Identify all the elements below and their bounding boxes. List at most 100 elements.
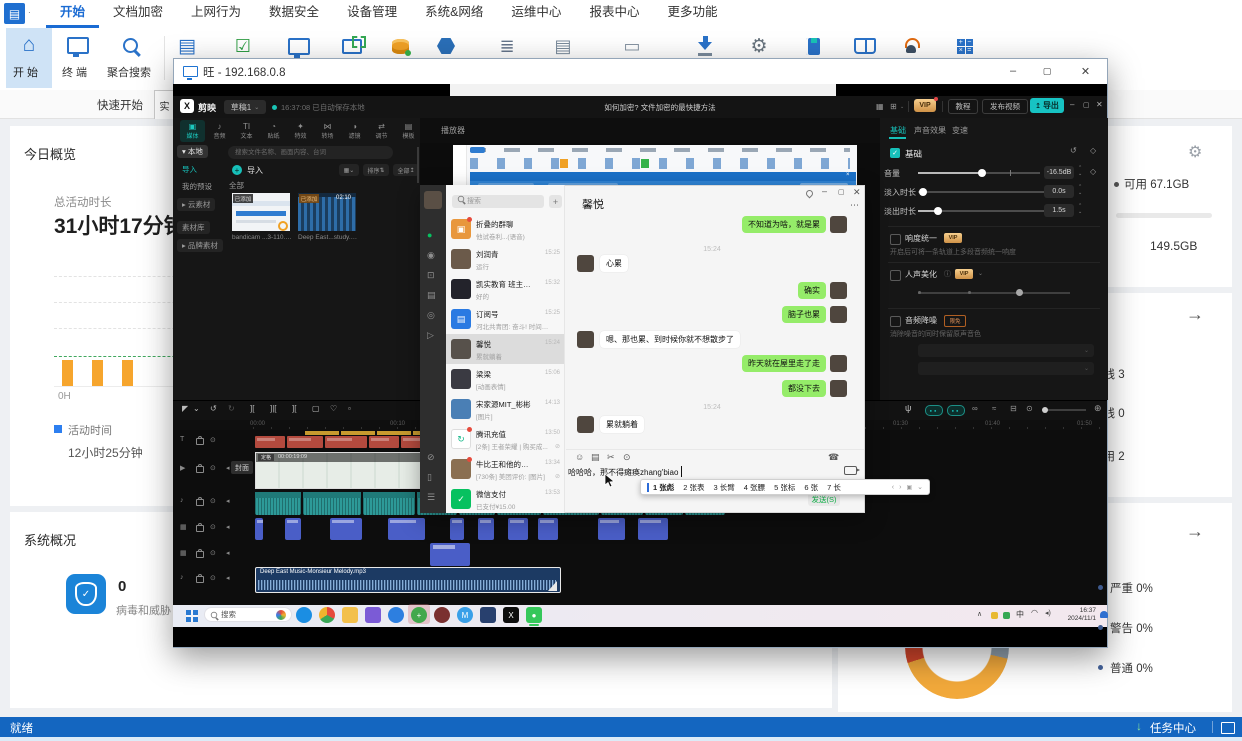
- audio-clip[interactable]: [303, 492, 361, 515]
- reset-icon[interactable]: ↺: [1070, 146, 1077, 155]
- sticker-clip[interactable]: [598, 518, 625, 540]
- tray-icon-green[interactable]: [1003, 612, 1010, 619]
- track-lock-icon[interactable]: [196, 525, 204, 532]
- taskbar-app-maroon[interactable]: [434, 607, 450, 623]
- chat-list-item-9[interactable]: ✓微信支付13:53已支付¥15.00: [446, 484, 564, 512]
- voice-call-icon[interactable]: ☎: [828, 452, 839, 463]
- timeline-tool-6[interactable]: ][: [292, 404, 296, 413]
- ime-candidate-7[interactable]: 7 长: [827, 482, 841, 493]
- task-center-button[interactable]: 任务中心: [1150, 720, 1196, 736]
- track-lock-icon[interactable]: [196, 551, 204, 558]
- track-visibility-icon[interactable]: ⊙: [210, 574, 216, 582]
- tutorial-button[interactable]: 教程: [948, 99, 978, 114]
- track-visibility-icon[interactable]: ⊙: [210, 549, 216, 557]
- fade-in-value[interactable]: 0.0s: [1044, 185, 1074, 198]
- tray-chevron-icon[interactable]: ∧: [977, 610, 982, 618]
- chat-history-icon[interactable]: ⊙: [623, 452, 631, 463]
- taskbar-app-m[interactable]: M: [457, 607, 473, 623]
- magnet-toggle[interactable]: ●●: [925, 405, 943, 416]
- taskbar-app-files[interactable]: [342, 607, 358, 623]
- taskbar-app-navy[interactable]: [480, 607, 496, 623]
- ime-prev-icon[interactable]: ‹: [892, 484, 894, 491]
- media-nav-0[interactable]: ▾ 本地: [177, 145, 208, 158]
- quick-start-tab[interactable]: 快速开始: [97, 97, 143, 113]
- file-icon[interactable]: ▤: [591, 452, 600, 463]
- screenshot-icon[interactable]: ✂: [607, 452, 615, 463]
- taskbar-app-green[interactable]: +: [411, 607, 427, 623]
- track-visibility-icon[interactable]: ⊙: [210, 464, 216, 472]
- editor-tab-0[interactable]: ▣媒体: [180, 120, 205, 142]
- miniprogram-icon[interactable]: ⊘: [427, 452, 435, 463]
- editor-tab-5[interactable]: ⋈转场: [315, 120, 340, 142]
- windows-start-button[interactable]: [186, 610, 198, 622]
- track-mute-icon[interactable]: ◂: [226, 523, 230, 531]
- screen-monitor-icon[interactable]: [284, 33, 314, 59]
- log-doc-icon[interactable]: ▤: [548, 33, 578, 59]
- calculator-icon[interactable]: +−×=: [950, 33, 980, 59]
- media-nav-1[interactable]: 导入: [177, 163, 202, 176]
- timeline-tool-9[interactable]: ▫: [348, 404, 351, 413]
- track-lock-icon[interactable]: [196, 499, 204, 506]
- taskbar-app-chrome[interactable]: [319, 607, 335, 623]
- chat-minimize-icon[interactable]: –: [822, 186, 827, 196]
- chat-list-scroll[interactable]: ▣折叠的群聊他试卷利...(语音)刘润青15:25运行凯实教育 班主任13...…: [446, 214, 564, 512]
- menu-tab-4[interactable]: 设备管理: [333, 0, 411, 28]
- link-toggle[interactable]: ●●: [947, 405, 965, 416]
- contacts-icon[interactable]: ◉: [427, 250, 435, 261]
- message-input[interactable]: 哈哈哈，那不得瘫痪zhang'biao: [568, 467, 678, 478]
- checklist-icon[interactable]: ☑: [228, 33, 258, 59]
- ime-candidate-1[interactable]: 1 张彪: [653, 482, 674, 493]
- chat-list-item-3[interactable]: ▤订阅号15:25河北共青团: 奋斗! 时间定了...: [446, 304, 564, 334]
- publish-video-button[interactable]: 发布视频: [982, 99, 1028, 114]
- sticker-clip[interactable]: [478, 518, 494, 540]
- knowledge-book-icon[interactable]: [850, 33, 880, 59]
- stepper-icon[interactable]: ⌃ ⌄: [1078, 184, 1082, 196]
- ime-collapse-icon[interactable]: ⌄: [917, 483, 923, 491]
- taskbar-app-jianying[interactable]: X: [503, 607, 519, 623]
- track-lock-icon[interactable]: [196, 576, 204, 583]
- zoom-in-icon[interactable]: ⊕: [1094, 403, 1102, 414]
- terminal-icon[interactable]: [56, 32, 100, 58]
- editor-maximize-icon[interactable]: ▢: [1083, 101, 1090, 109]
- layout-icon[interactable]: ⊞: [890, 102, 897, 111]
- track-mute-icon[interactable]: ◂: [226, 497, 230, 505]
- timeline-tool-1[interactable]: ⌄: [193, 404, 200, 413]
- text-clip[interactable]: [325, 436, 367, 448]
- denoise-checkbox[interactable]: [890, 316, 901, 327]
- sticker-clip[interactable]: [255, 518, 263, 540]
- menu-tab-6[interactable]: 运维中心: [497, 0, 575, 28]
- chat-icon[interactable]: ●: [427, 230, 432, 240]
- files-icon[interactable]: ▤: [427, 290, 436, 301]
- app-menu-icon[interactable]: ▤: [4, 3, 25, 24]
- chat-list-item-1[interactable]: 刘润青15:25运行: [446, 244, 564, 274]
- ime-candidate-2[interactable]: 2 张表: [683, 482, 704, 493]
- editor-tab-8[interactable]: ▤模板: [396, 120, 421, 142]
- track-visibility-icon[interactable]: ⊙: [210, 523, 216, 531]
- editor-tab-3[interactable]: ◔贴纸: [261, 120, 286, 142]
- report-icon[interactable]: ▤: [172, 33, 202, 59]
- denoise-select[interactable]: ⌄: [918, 344, 1094, 357]
- ime-next-icon[interactable]: ›: [899, 484, 901, 491]
- editor-tab-4[interactable]: ✦特效: [288, 120, 313, 142]
- channels-icon[interactable]: ▷: [427, 330, 434, 341]
- sticker-clip[interactable]: [330, 518, 362, 540]
- editor-tab-7[interactable]: ⇄调节: [369, 120, 394, 142]
- chat-list-item-8[interactable]: 牛比王和他的好兄...13:34[730条] 美团评价: [图片]⊘: [446, 454, 564, 484]
- timeline-tool-4[interactable]: ][: [250, 404, 254, 413]
- track-visibility-icon[interactable]: ⊙: [210, 436, 216, 444]
- track-lock-icon[interactable]: [196, 466, 204, 473]
- sticker-clip[interactable]: [285, 518, 301, 540]
- multi-screen-icon[interactable]: [337, 33, 367, 59]
- menu-tab-3[interactable]: 数据安全: [255, 0, 333, 28]
- chat-list-item-0[interactable]: ▣折叠的群聊他试卷利...(语音): [446, 214, 564, 244]
- volume-value[interactable]: -16.5dB: [1044, 166, 1074, 179]
- sticker-clip[interactable]: [638, 518, 668, 540]
- editor-minimize-icon[interactable]: –: [1070, 100, 1074, 109]
- more-icon[interactable]: ⋯: [850, 200, 859, 211]
- media-nav-5[interactable]: ▸ 品牌素材: [177, 239, 223, 252]
- taskbar-search-input[interactable]: 搜索: [204, 607, 292, 622]
- stepper-icon[interactable]: ⌃ ⌄: [1078, 203, 1082, 215]
- timeline-tool-0[interactable]: ◤: [182, 404, 188, 413]
- chat-list-item-2[interactable]: 凯实教育 班主任13...15:32好的: [446, 274, 564, 304]
- menu-tab-0[interactable]: 开始: [46, 0, 99, 28]
